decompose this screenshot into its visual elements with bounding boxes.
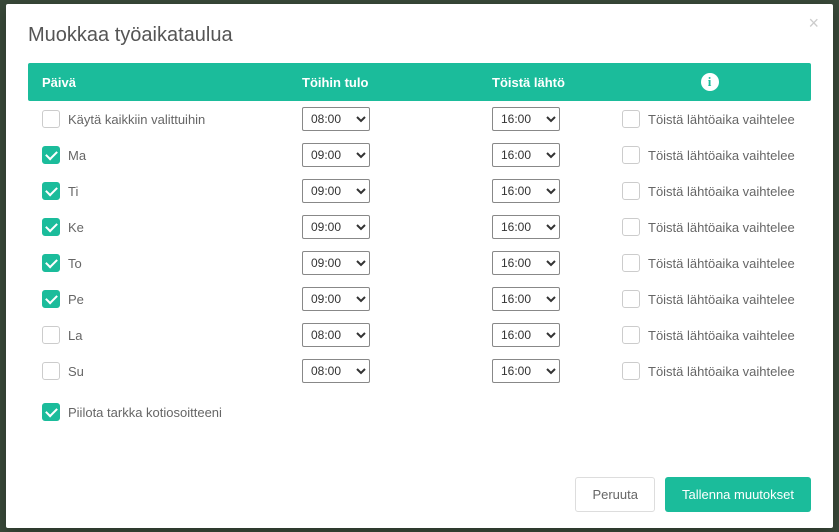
- modal-footer: Peruuta Tallenna muutokset: [28, 463, 811, 512]
- varies-label: Töistä lähtöaika vaihtelee: [648, 112, 795, 127]
- apply-all-leave-select[interactable]: 08:0009:0010:0012:0014:0016:0017:0018:00: [492, 107, 560, 131]
- day-checkbox-ma[interactable]: [42, 146, 60, 164]
- varies-label: Töistä lähtöaika vaihtelee: [648, 184, 795, 199]
- varies-label: Töistä lähtöaika vaihtelee: [648, 256, 795, 271]
- table-header: Päivä Töihin tulo Töistä lähtö i: [28, 63, 811, 101]
- arrive-select-to[interactable]: 08:0009:0010:0012:0014:0016:0017:0018:00: [302, 251, 370, 275]
- varies-checkbox-pe[interactable]: [622, 290, 640, 308]
- leave-select-ke[interactable]: 08:0009:0010:0012:0014:0016:0017:0018:00: [492, 215, 560, 239]
- day-row-ma: Ma 08:0009:0010:0012:0014:0016:0017:0018:…: [28, 137, 811, 173]
- varies-checkbox-ti[interactable]: [622, 182, 640, 200]
- hide-address-checkbox[interactable]: [42, 403, 60, 421]
- apply-all-row: Käytä kaikkiin valittuihin 08:0009:0010:…: [28, 101, 811, 137]
- save-button[interactable]: Tallenna muutokset: [665, 477, 811, 512]
- arrive-select-su[interactable]: 08:0009:0010:0012:0014:0016:0017:0018:00: [302, 359, 370, 383]
- hide-address-row: Piilota tarkka kotiosoitteeni: [28, 389, 811, 425]
- edit-schedule-modal: × Muokkaa työaikataulua Päivä Töihin tul…: [6, 4, 833, 528]
- day-row-ti: Ti 08:0009:0010:0012:0014:0016:0017:0018:…: [28, 173, 811, 209]
- day-row-to: To 08:0009:0010:0012:0014:0016:0017:0018:…: [28, 245, 811, 281]
- leave-select-pe[interactable]: 08:0009:0010:0012:0014:0016:0017:0018:00: [492, 287, 560, 311]
- leave-select-ma[interactable]: 08:0009:0010:0012:0014:0016:0017:0018:00: [492, 143, 560, 167]
- day-row-su: Su 08:0009:0010:0012:0014:0016:0017:0018:…: [28, 353, 811, 389]
- varies-checkbox-la[interactable]: [622, 326, 640, 344]
- info-icon[interactable]: i: [701, 73, 719, 91]
- arrive-select-la[interactable]: 08:0009:0010:0012:0014:0016:0017:0018:00: [302, 323, 370, 347]
- day-checkbox-su[interactable]: [42, 362, 60, 380]
- apply-all-label: Käytä kaikkiin valittuihin: [68, 112, 205, 127]
- varies-checkbox-su[interactable]: [622, 362, 640, 380]
- apply-all-arrive-select[interactable]: 08:0009:0010:0012:0014:0016:0017:0018:00: [302, 107, 370, 131]
- day-label: Ti: [68, 184, 78, 199]
- leave-select-to[interactable]: 08:0009:0010:0012:0014:0016:0017:0018:00: [492, 251, 560, 275]
- leave-select-la[interactable]: 08:0009:0010:0012:0014:0016:0017:0018:00: [492, 323, 560, 347]
- varies-label: Töistä lähtöaika vaihtelee: [648, 148, 795, 163]
- modal-title: Muokkaa työaikataulua: [28, 24, 811, 47]
- day-label: Ke: [68, 220, 84, 235]
- arrive-select-ke[interactable]: 08:0009:0010:0012:0014:0016:0017:0018:00: [302, 215, 370, 239]
- varies-label: Töistä lähtöaika vaihtelee: [648, 220, 795, 235]
- day-checkbox-to[interactable]: [42, 254, 60, 272]
- varies-label: Töistä lähtöaika vaihtelee: [648, 292, 795, 307]
- col-day-header: Päivä: [42, 75, 302, 90]
- hide-address-label: Piilota tarkka kotiosoitteeni: [68, 405, 222, 420]
- leave-select-su[interactable]: 08:0009:0010:0012:0014:0016:0017:0018:00: [492, 359, 560, 383]
- varies-checkbox-to[interactable]: [622, 254, 640, 272]
- day-label: La: [68, 328, 82, 343]
- arrive-select-ti[interactable]: 08:0009:0010:0012:0014:0016:0017:0018:00: [302, 179, 370, 203]
- arrive-select-pe[interactable]: 08:0009:0010:0012:0014:0016:0017:0018:00: [302, 287, 370, 311]
- day-label: Su: [68, 364, 84, 379]
- day-label: To: [68, 256, 82, 271]
- apply-all-checkbox[interactable]: [42, 110, 60, 128]
- day-checkbox-la[interactable]: [42, 326, 60, 344]
- col-leave-header: Töistä lähtö: [492, 75, 622, 90]
- day-checkbox-pe[interactable]: [42, 290, 60, 308]
- day-row-la: La 08:0009:0010:0012:0014:0016:0017:0018:…: [28, 317, 811, 353]
- col-arrive-header: Töihin tulo: [302, 75, 492, 90]
- varies-label: Töistä lähtöaika vaihtelee: [648, 364, 795, 379]
- apply-all-varies-checkbox[interactable]: [622, 110, 640, 128]
- day-checkbox-ti[interactable]: [42, 182, 60, 200]
- cancel-button[interactable]: Peruuta: [575, 477, 655, 512]
- leave-select-ti[interactable]: 08:0009:0010:0012:0014:0016:0017:0018:00: [492, 179, 560, 203]
- varies-checkbox-ma[interactable]: [622, 146, 640, 164]
- day-row-pe: Pe 08:0009:0010:0012:0014:0016:0017:0018:…: [28, 281, 811, 317]
- close-icon[interactable]: ×: [808, 14, 819, 32]
- varies-checkbox-ke[interactable]: [622, 218, 640, 236]
- day-label: Pe: [68, 292, 84, 307]
- day-row-ke: Ke 08:0009:0010:0012:0014:0016:0017:0018:…: [28, 209, 811, 245]
- day-checkbox-ke[interactable]: [42, 218, 60, 236]
- varies-label: Töistä lähtöaika vaihtelee: [648, 328, 795, 343]
- day-label: Ma: [68, 148, 86, 163]
- arrive-select-ma[interactable]: 08:0009:0010:0012:0014:0016:0017:0018:00: [302, 143, 370, 167]
